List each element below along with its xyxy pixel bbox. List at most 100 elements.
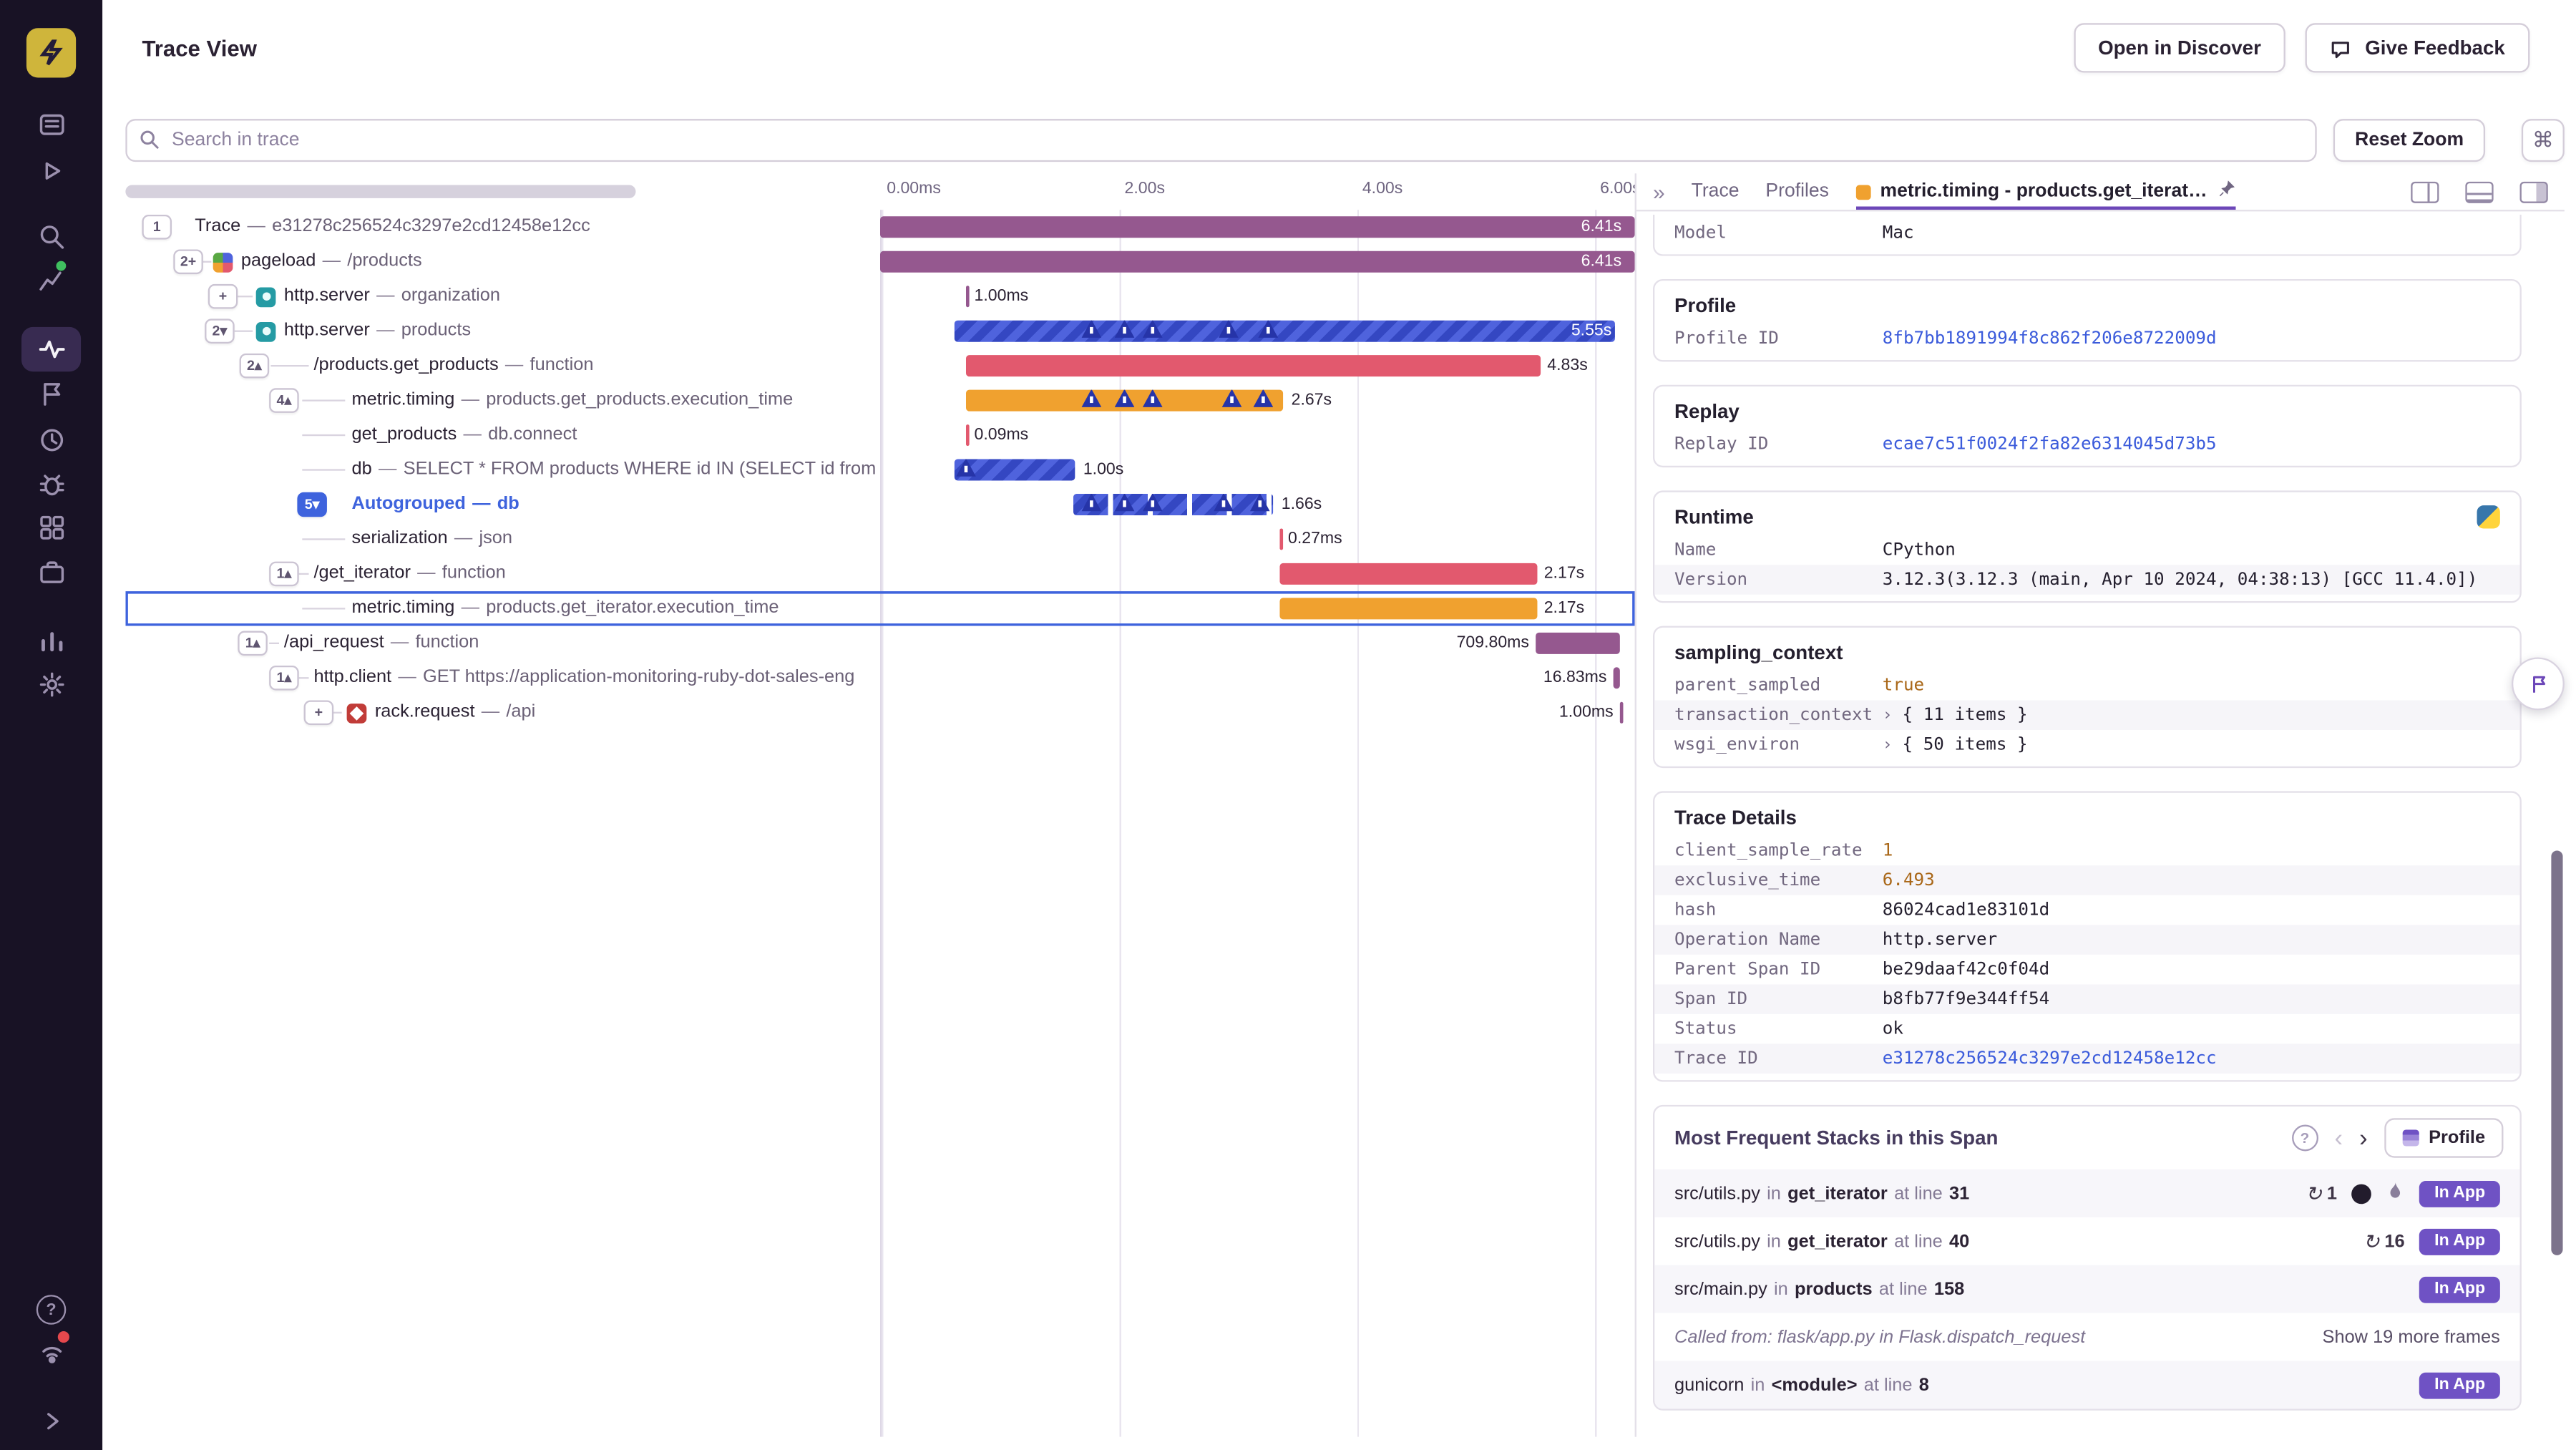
- kv-row: Span ID b8fb77f9e344ff54: [1654, 984, 2520, 1014]
- profile-id-link[interactable]: 8fb7bb1891994f8c862f206e8722009d: [1883, 329, 2217, 349]
- span-row[interactable]: + rack.request —/api 1.00ms: [125, 696, 1634, 730]
- feedback-widget-button[interactable]: [2511, 657, 2565, 711]
- children-count-badge[interactable]: 4▴: [269, 388, 299, 413]
- tab-profiles[interactable]: Profiles: [1765, 173, 1829, 210]
- children-count-badge[interactable]: 1: [142, 214, 172, 240]
- issues-icon[interactable]: [36, 109, 67, 139]
- expand-sidebar-icon[interactable]: [36, 1406, 67, 1436]
- tree-scrollbar[interactable]: [125, 185, 636, 198]
- releases-icon[interactable]: [36, 378, 67, 408]
- search-input[interactable]: [125, 119, 2318, 162]
- ruby-icon: [346, 702, 367, 723]
- span-bar[interactable]: [1279, 528, 1284, 550]
- shortcut-button[interactable]: ⌘: [2521, 119, 2565, 162]
- traces-icon[interactable]: [21, 326, 82, 372]
- autogroup-badge[interactable]: 5▾: [297, 492, 327, 517]
- kv-row[interactable]: transaction_context{ 11 items }: [1654, 700, 2520, 730]
- help-icon[interactable]: [2291, 1124, 2318, 1152]
- span-row[interactable]: 1▴ /api_request — function 709.80ms: [125, 626, 1634, 661]
- components-icon[interactable]: [36, 512, 67, 542]
- replays-icon[interactable]: [36, 155, 67, 185]
- bug-icon[interactable]: [36, 469, 67, 499]
- projects-icon[interactable]: [36, 557, 67, 587]
- span-bar[interactable]: [954, 320, 1615, 342]
- layout-drawer-right-icon[interactable]: [2519, 180, 2548, 203]
- reset-zoom-button[interactable]: Reset Zoom: [2333, 119, 2486, 162]
- span-bar[interactable]: [879, 250, 1635, 273]
- profile-button[interactable]: Profile: [2384, 1118, 2504, 1158]
- span-bar[interactable]: [954, 459, 1075, 481]
- span-bar[interactable]: [1073, 493, 1274, 515]
- tab-span-details[interactable]: metric.timing - products.get_iterat…: [1855, 173, 2235, 210]
- panel-scrollbar[interactable]: [2551, 850, 2563, 1255]
- expand-panel-icon[interactable]: [1653, 181, 1665, 203]
- open-in-discover-button[interactable]: Open in Discover: [2073, 23, 2286, 73]
- span-row[interactable]: 1▴ http.client — GET https://application-m…: [125, 661, 1634, 695]
- prev-stack-icon[interactable]: [2335, 1126, 2343, 1151]
- kv-row[interactable]: wsgi_environ{ 50 items }: [1654, 730, 2519, 760]
- span-row[interactable]: 2+ pageload —/products 6.41s: [125, 245, 1635, 279]
- expand-badge[interactable]: +: [303, 700, 334, 726]
- span-row[interactable]: + http.server — organization 1.00ms: [125, 279, 1634, 313]
- stack-frame-row[interactable]: src/utils.pyinget_iteratorat line31 1 In…: [1654, 1169, 2520, 1217]
- pin-tab-icon[interactable]: [2217, 180, 2235, 203]
- insights-icon[interactable]: [36, 624, 67, 654]
- sentry-logo[interactable]: [26, 28, 77, 78]
- span-bar[interactable]: [1279, 598, 1538, 620]
- children-count-badge[interactable]: 1▴: [269, 561, 299, 587]
- span-row[interactable]: 1▴ /get_iterator — function 2.17s: [125, 557, 1634, 591]
- span-row[interactable]: 2▾ http.server — products 5.55s: [125, 313, 1634, 348]
- children-count-badge[interactable]: 2▴: [239, 353, 270, 379]
- pageload-platform-icon: [213, 251, 233, 272]
- span-details-panel: Trace Profiles metric.timing - products.…: [1634, 173, 2565, 1437]
- card-title: Replay: [1674, 399, 1740, 423]
- stack-frame-row[interactable]: gunicorn in <module> at line 8 In App: [1654, 1361, 2520, 1409]
- span-row[interactable]: db — SELECT * FROM products WHERE id IN (S…: [125, 452, 1634, 487]
- span-row[interactable]: 5▾ Autogrouped — db 1.66s: [125, 487, 1634, 522]
- span-row[interactable]: 1 Trace — e31278c256524c3297e2cd12458e12cc…: [125, 210, 1635, 244]
- card-title: sampling_context: [1674, 641, 1843, 664]
- trace-waterfall: 0.00ms 2.00s 4.00s 6.00s 1 Trace — e31278c…: [125, 173, 1641, 1437]
- chevron-right-icon[interactable]: [1883, 706, 1893, 724]
- layout-sidebar-right-icon[interactable]: [2411, 180, 2439, 203]
- tab-trace[interactable]: Trace: [1692, 173, 1740, 210]
- children-count-badge[interactable]: 2+: [173, 249, 203, 275]
- profiling-icon: [2402, 1129, 2419, 1147]
- chevron-right-icon[interactable]: [1883, 736, 1893, 754]
- expand-badge[interactable]: +: [208, 283, 238, 309]
- span-row-selected[interactable]: metric.timing — products.get_iterator.exec…: [125, 591, 1634, 626]
- trace-id-link[interactable]: e31278c256524c3297e2cd12458e12cc: [1883, 1048, 2217, 1069]
- span-duration: 2.67s: [1291, 391, 1332, 410]
- children-count-badge[interactable]: 2▾: [205, 318, 235, 344]
- next-stack-icon[interactable]: [2359, 1126, 2368, 1151]
- replay-id-link[interactable]: ecae7c51f0024f2fa82e6314045d73b5: [1883, 434, 2217, 454]
- layout-drawer-bottom-icon[interactable]: [2465, 180, 2494, 203]
- span-duration: 2.17s: [1543, 599, 1585, 618]
- span-bar[interactable]: [879, 216, 1635, 238]
- give-feedback-button[interactable]: Give Feedback: [2306, 23, 2530, 73]
- kv-row: parent_sampled true: [1674, 675, 1925, 696]
- help-icon[interactable]: [36, 1295, 67, 1325]
- span-bar[interactable]: [1619, 701, 1624, 724]
- search-icon[interactable]: [36, 221, 67, 251]
- span-bar[interactable]: [965, 286, 970, 308]
- span-bar[interactable]: [1613, 667, 1620, 689]
- span-bar[interactable]: [965, 355, 1541, 377]
- show-more-frames-link[interactable]: Show 19 more frames: [2323, 1327, 2500, 1347]
- history-icon[interactable]: [36, 424, 67, 454]
- settings-icon[interactable]: [36, 669, 67, 699]
- flamegraph-icon[interactable]: [2386, 1181, 2404, 1206]
- span-row[interactable]: serialization — json 0.27ms: [125, 522, 1634, 556]
- span-row[interactable]: 4▴ metric.timing — products.get_products.e…: [125, 383, 1634, 417]
- span-row[interactable]: get_products — db.connect 0.09ms: [125, 418, 1634, 452]
- stack-frame-row[interactable]: src/utils.pyinget_iteratorat line40 16 I…: [1654, 1217, 2519, 1265]
- profile-card: Profile Profile ID 8fb7bb1891994f8c862f20…: [1652, 278, 2522, 362]
- stack-frame-row[interactable]: src/main.py in products at line 158 In App: [1654, 1265, 2520, 1313]
- github-icon[interactable]: [2351, 1183, 2372, 1204]
- span-bar[interactable]: [1279, 563, 1538, 585]
- children-count-badge[interactable]: 1▴: [269, 665, 299, 691]
- span-row[interactable]: 2▴ /products.get_products — function 4.83s: [125, 349, 1634, 383]
- span-bar[interactable]: [965, 424, 970, 447]
- children-count-badge[interactable]: 1▴: [238, 631, 268, 656]
- span-bar[interactable]: [1536, 632, 1620, 654]
